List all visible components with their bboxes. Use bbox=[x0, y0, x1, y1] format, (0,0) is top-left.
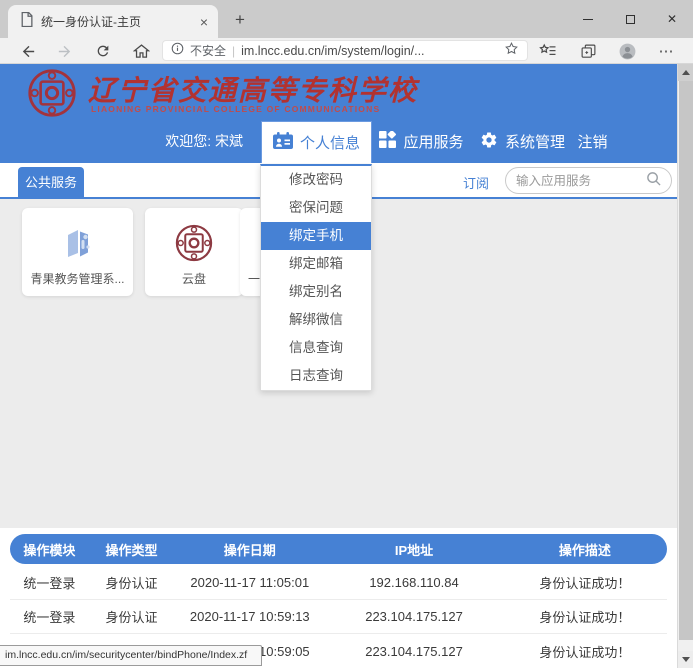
browser-titlebar: 统一身份认证-主页 × + ✕ bbox=[0, 0, 693, 38]
refresh-icon bbox=[95, 43, 111, 59]
site-header: 辽宁省交通高等专科学校 LIAONING PROVINCIAL COLLEGE … bbox=[0, 64, 677, 120]
qingguo-app-icon bbox=[22, 220, 133, 266]
favorites-bar-button[interactable] bbox=[536, 41, 560, 61]
col-header: 操作类型 bbox=[89, 540, 174, 559]
app-search-box[interactable] bbox=[505, 167, 672, 194]
nav-personal-label: 个人信息 bbox=[300, 132, 360, 153]
cell-desc: 身份认证成功！ bbox=[503, 607, 667, 626]
gear-icon bbox=[480, 131, 498, 153]
cell-type: 身份认证 bbox=[89, 573, 174, 592]
col-header: 操作日期 bbox=[174, 540, 325, 559]
address-url[interactable]: im.lncc.edu.cn/im/system/login/... bbox=[241, 44, 498, 58]
profile-button[interactable] bbox=[615, 41, 639, 61]
app-card-cloud-disk[interactable]: 云盘 bbox=[145, 208, 243, 296]
nav-apps-label: 应用服务 bbox=[403, 131, 463, 152]
back-button[interactable] bbox=[16, 41, 40, 61]
app-grid-icon bbox=[379, 131, 396, 152]
app-search-input[interactable] bbox=[516, 174, 646, 188]
back-icon bbox=[20, 43, 37, 60]
cell-date: 2020-11-17 11:05:01 bbox=[174, 575, 325, 590]
scrollbar-thumb[interactable] bbox=[679, 81, 693, 640]
close-icon: ✕ bbox=[667, 12, 677, 26]
menu-item-bind-phone[interactable]: 绑定手机 bbox=[261, 222, 371, 250]
window-minimize-button[interactable] bbox=[567, 0, 609, 38]
status-bar: im.lncc.edu.cn/im/securitycenter/bindPho… bbox=[0, 645, 262, 666]
app-card-label: 云盘 bbox=[145, 270, 243, 287]
cell-type: 身份认证 bbox=[89, 607, 174, 626]
welcome-text: 欢迎您: 宋斌 bbox=[110, 120, 243, 163]
cell-date: 2020-11-17 10:59:13 bbox=[174, 609, 325, 624]
nav-item-system-admin[interactable]: 系统管理 bbox=[470, 120, 575, 163]
menu-item-bind-alias[interactable]: 绑定别名 bbox=[261, 278, 371, 306]
browser-window: 统一身份认证-主页 × + ✕ 不安全 | im.lncc.e bbox=[0, 0, 693, 668]
cell-module: 统一登录 bbox=[10, 573, 89, 592]
forward-button[interactable] bbox=[52, 41, 76, 61]
app-card-label: 青果教务管理系... bbox=[22, 270, 133, 287]
nav-item-app-services[interactable]: 应用服务 bbox=[374, 120, 469, 163]
security-label[interactable]: 不安全 bbox=[190, 42, 226, 59]
nav-system-label: 系统管理 bbox=[505, 131, 565, 152]
scroll-down-button[interactable] bbox=[678, 651, 693, 668]
menu-item-security-question[interactable]: 密保问题 bbox=[261, 194, 371, 222]
cell-module: 统一登录 bbox=[10, 607, 89, 626]
avatar-icon bbox=[618, 42, 637, 61]
tab-title: 统一身份认证-主页 bbox=[41, 13, 190, 30]
nav-item-personal-info[interactable]: 个人信息 bbox=[261, 121, 372, 163]
info-icon bbox=[171, 42, 184, 60]
browser-tab[interactable]: 统一身份认证-主页 × bbox=[8, 5, 218, 38]
main-navbar: 欢迎您: 宋斌 个人信息 应用服务 系统管理 注销 bbox=[0, 120, 677, 163]
search-icon[interactable] bbox=[646, 171, 661, 191]
cell-desc: 身份认证成功！ bbox=[503, 573, 667, 592]
browser-toolbar: 不安全 | im.lncc.edu.cn/im/system/login/...… bbox=[0, 38, 693, 64]
log-table-row: 统一登录 身份认证 2020-11-17 11:05:01 192.168.11… bbox=[10, 566, 667, 600]
favorites-icon bbox=[539, 42, 557, 60]
browser-menu-button[interactable]: ⋯ bbox=[654, 41, 678, 61]
school-name-en: LIAONING PROVINCIAL COLLEGE OF COMMUNICA… bbox=[91, 104, 380, 114]
cell-desc: 身份认证成功！ bbox=[503, 642, 667, 661]
cell-ip: 223.104.175.127 bbox=[325, 609, 502, 624]
scroll-up-button[interactable] bbox=[678, 64, 693, 81]
tab-public-services[interactable]: 公共服务 bbox=[18, 167, 84, 199]
page-favicon-icon bbox=[20, 12, 33, 32]
col-header: IP地址 bbox=[325, 540, 502, 559]
col-header: 操作模块 bbox=[10, 540, 89, 559]
menu-item-log-query[interactable]: 日志查询 bbox=[261, 362, 371, 390]
nav-logout-label: 注销 bbox=[577, 131, 607, 152]
home-icon bbox=[133, 43, 150, 60]
log-table-header: 操作模块 操作类型 操作日期 IP地址 操作描述 bbox=[10, 534, 667, 564]
page-scrollbar[interactable] bbox=[677, 64, 693, 668]
bookmark-star-icon[interactable] bbox=[504, 41, 519, 61]
cell-ip: 192.168.110.84 bbox=[325, 575, 502, 590]
cell-ip: 223.104.175.127 bbox=[325, 644, 502, 659]
scroll-up-icon bbox=[682, 70, 690, 75]
nav-item-logout[interactable]: 注销 bbox=[570, 120, 615, 163]
menu-item-change-password[interactable]: 修改密码 bbox=[261, 166, 371, 194]
window-maximize-button[interactable] bbox=[609, 0, 651, 38]
menu-item-info-query[interactable]: 信息查询 bbox=[261, 334, 371, 362]
menu-item-bind-email[interactable]: 绑定邮箱 bbox=[261, 250, 371, 278]
log-table-row: 统一登录 身份认证 2020-11-17 10:59:13 223.104.17… bbox=[10, 600, 667, 634]
address-bar[interactable]: 不安全 | im.lncc.edu.cn/im/system/login/... bbox=[162, 40, 528, 61]
maximize-icon bbox=[626, 15, 635, 24]
subscribe-link[interactable]: 订阅 bbox=[458, 173, 494, 192]
cloud-disk-seal-icon bbox=[145, 220, 243, 266]
refresh-button[interactable] bbox=[91, 41, 115, 61]
menu-item-unbind-wechat[interactable]: 解绑微信 bbox=[261, 306, 371, 334]
school-seal-logo-icon bbox=[26, 67, 78, 124]
scroll-down-icon bbox=[682, 657, 690, 662]
id-card-icon bbox=[273, 132, 293, 153]
tab-close-icon[interactable]: × bbox=[198, 14, 210, 30]
forward-icon bbox=[56, 43, 73, 60]
personal-info-dropdown: 修改密码 密保问题 绑定手机 绑定邮箱 绑定别名 解绑微信 信息查询 日志查询 bbox=[260, 164, 372, 391]
collections-button[interactable] bbox=[576, 41, 600, 61]
home-button[interactable] bbox=[129, 41, 153, 61]
school-name-zh: 辽宁省交通高等专科学校 bbox=[88, 69, 488, 109]
window-close-button[interactable]: ✕ bbox=[651, 0, 693, 38]
col-header: 操作描述 bbox=[503, 540, 667, 559]
minimize-icon bbox=[583, 19, 593, 20]
app-card-qingguo[interactable]: 青果教务管理系... bbox=[22, 208, 133, 296]
collections-icon bbox=[580, 43, 597, 60]
new-tab-button[interactable]: + bbox=[228, 8, 252, 32]
address-separator: | bbox=[232, 44, 235, 58]
